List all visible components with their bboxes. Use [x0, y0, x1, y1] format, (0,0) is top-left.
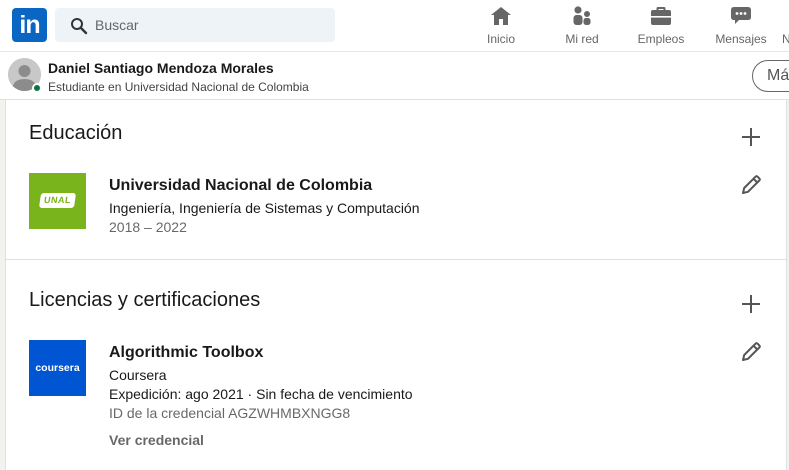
search-box[interactable] — [55, 8, 335, 42]
certification-name: Algorithmic Toolbox — [109, 344, 264, 361]
education-degree: Ingeniería, Ingeniería de Sistemas y Com… — [109, 200, 420, 216]
unal-logo[interactable]: UNAL — [29, 173, 86, 229]
nav-label-network: Mi red — [565, 32, 599, 46]
edit-certification-icon[interactable] — [739, 340, 763, 364]
nav-item-notifications-cut[interactable]: N — [782, 32, 789, 46]
nav-label-home: Inicio — [486, 32, 515, 46]
education-school-name[interactable]: Universidad Nacional de Colombia — [109, 177, 372, 195]
presence-indicator — [32, 83, 42, 93]
education-dates: 2018 – 2022 — [109, 219, 187, 235]
add-education-icon[interactable] — [739, 125, 763, 149]
top-navigation: in Inicio Mi red Empleos — [0, 0, 789, 52]
network-icon — [573, 6, 591, 25]
section-divider — [6, 259, 786, 260]
profile-sticky-header: Daniel Santiago Mendoza Morales Estudian… — [0, 52, 789, 100]
certification-issue-date: Expedición: ago 2021 · Sin fecha de venc… — [109, 386, 413, 402]
nav-label-jobs: Empleos — [637, 32, 685, 46]
education-section-title: Educación — [29, 122, 123, 144]
messaging-icon — [731, 7, 751, 24]
certifications-section-title: Licencias y certificaciones — [29, 289, 261, 311]
nav-label-messaging: Mensajes — [715, 32, 767, 46]
profile-headline: Estudiante en Universidad Nacional de Co… — [48, 80, 309, 94]
edit-education-icon[interactable] — [739, 173, 763, 197]
coursera-logo-text: coursera — [35, 362, 80, 374]
nav-item-jobs[interactable]: Empleos — [635, 4, 687, 48]
briefcase-icon — [651, 7, 671, 25]
search-icon — [71, 18, 88, 35]
view-credential-link[interactable]: Ver credencial — [109, 432, 204, 448]
profile-sections-card: Educación UNAL Universidad Nacional de C… — [5, 100, 787, 470]
profile-name: Daniel Santiago Mendoza Morales — [48, 60, 274, 76]
linkedin-logo[interactable]: in — [12, 8, 47, 42]
nav-item-messaging[interactable]: Mensajes — [714, 4, 768, 48]
more-button[interactable]: Má — [752, 60, 789, 92]
unal-logo-text: UNAL — [43, 195, 72, 205]
coursera-logo[interactable]: coursera — [29, 340, 86, 396]
certification-issuer: Coursera — [109, 367, 167, 383]
search-input[interactable] — [95, 8, 325, 42]
nav-item-home[interactable]: Inicio — [478, 4, 524, 48]
certification-credential-id: ID de la credencial AGZWHMBXNGG8 — [109, 405, 351, 421]
home-icon — [491, 7, 511, 25]
add-certification-icon[interactable] — [739, 292, 763, 316]
nav-item-network[interactable]: Mi red — [559, 4, 605, 48]
